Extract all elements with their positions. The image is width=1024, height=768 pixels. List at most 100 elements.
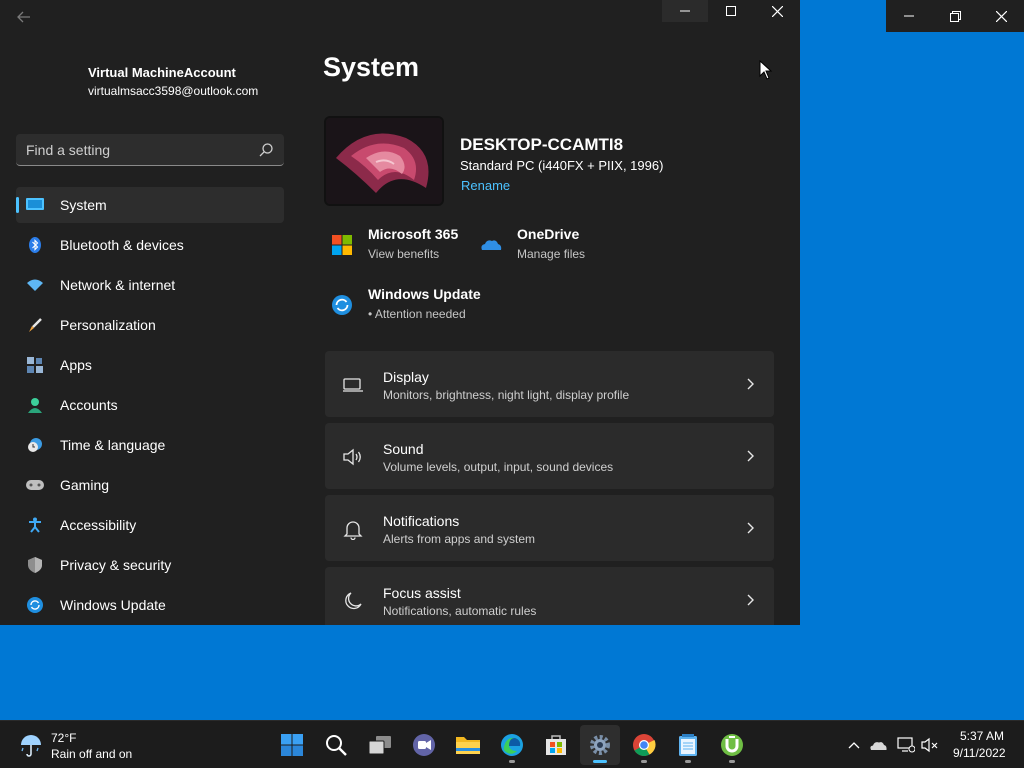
pc-name: DESKTOP-CCAMTI8 xyxy=(460,135,624,154)
quick-link-subtitle: View benefits xyxy=(368,247,440,261)
sidebar-item-gaming[interactable]: Gaming xyxy=(16,467,284,503)
tray-network-button[interactable] xyxy=(896,735,916,755)
running-indicator xyxy=(729,760,735,763)
search-box[interactable] xyxy=(16,134,284,166)
bell-icon xyxy=(343,521,363,540)
notepad-button[interactable] xyxy=(668,725,708,765)
tray-volume-button[interactable] xyxy=(920,735,940,755)
sidebar-item-label: Privacy & security xyxy=(60,557,172,573)
edge-button[interactable] xyxy=(492,725,532,765)
close-icon xyxy=(771,5,783,17)
settings-window: Virtual MachineAccount virtualmsacc3598@… xyxy=(0,0,800,625)
chevron-right-icon xyxy=(747,378,754,390)
quick-link-title: Windows Update xyxy=(368,286,481,302)
gamepad-icon xyxy=(26,477,44,493)
minimize-icon xyxy=(680,10,690,12)
onedrive-cloud-icon xyxy=(481,240,502,250)
running-indicator xyxy=(685,760,691,763)
apps-icon xyxy=(26,357,44,373)
sidebar-item-label: Personalization xyxy=(60,317,156,333)
display-card[interactable]: Display Monitors, brightness, night ligh… xyxy=(325,351,774,417)
card-title: Focus assist xyxy=(383,585,461,601)
folder-icon xyxy=(456,737,480,754)
weather-temperature: 72°F xyxy=(51,731,77,745)
umbrella-rain-icon xyxy=(21,735,41,757)
running-indicator xyxy=(509,760,515,763)
sidebar-item-network[interactable]: Network & internet xyxy=(16,267,284,303)
mouse-cursor-icon xyxy=(759,60,773,80)
notepad-icon xyxy=(679,734,697,756)
chrome-button[interactable] xyxy=(624,725,664,765)
file-explorer-button[interactable] xyxy=(448,725,488,765)
windows-logo-icon xyxy=(281,734,303,756)
page-title: System xyxy=(323,52,420,82)
running-indicator xyxy=(641,760,647,763)
system-icon xyxy=(26,197,44,213)
sidebar-item-apps[interactable]: Apps xyxy=(16,347,284,383)
host-window-controls xyxy=(886,0,1024,32)
show-hidden-icons-button[interactable] xyxy=(844,735,864,755)
teams-chat-button[interactable] xyxy=(404,725,444,765)
sidebar-item-label: Accounts xyxy=(60,397,118,413)
sidebar-item-accounts[interactable]: Accounts xyxy=(16,387,284,423)
restore-icon xyxy=(949,10,961,22)
card-subtitle: Alerts from apps and system xyxy=(383,532,536,546)
host-minimize-button[interactable] xyxy=(886,0,932,32)
sidebar-item-label: Windows Update xyxy=(60,597,166,613)
sidebar-item-label: Network & internet xyxy=(60,277,176,293)
sidebar-item-label: Bluetooth & devices xyxy=(60,237,184,253)
microsoft-store-button[interactable] xyxy=(536,725,576,765)
focus-assist-card[interactable]: Focus assist Notifications, automatic ru… xyxy=(325,567,774,625)
close-icon xyxy=(995,10,1007,22)
sound-card[interactable]: Sound Volume levels, output, input, soun… xyxy=(325,423,774,489)
back-arrow-icon xyxy=(17,11,30,23)
utorrent-icon xyxy=(721,734,743,756)
sidebar-nav: System Bluetooth & devices Network & int… xyxy=(16,187,284,625)
sidebar-item-system[interactable]: System xyxy=(16,187,284,223)
search-icon xyxy=(259,143,273,157)
clock-date: 9/11/2022 xyxy=(953,746,1006,760)
sidebar-item-label: Time & language xyxy=(60,437,166,453)
accounts-icon xyxy=(26,397,44,413)
sidebar-item-time-language[interactable]: Time & language xyxy=(16,427,284,463)
quick-link-title: Microsoft 365 xyxy=(368,226,459,242)
clock-time: 5:37 AM xyxy=(960,729,1005,743)
chevron-right-icon xyxy=(747,522,754,534)
quick-link-subtitle: Manage files xyxy=(517,247,586,261)
host-restore-button[interactable] xyxy=(932,0,978,32)
settings-app-button[interactable] xyxy=(580,725,620,765)
notifications-card[interactable]: Notifications Alerts from apps and syste… xyxy=(325,495,774,561)
edge-browser-icon xyxy=(501,734,523,756)
quick-link-title: OneDrive xyxy=(517,226,580,242)
minimize-button[interactable] xyxy=(662,0,708,22)
update-status: • Attention needed xyxy=(368,307,466,321)
sidebar-item-label: Gaming xyxy=(60,477,110,493)
host-close-button[interactable] xyxy=(978,0,1024,32)
sidebar-item-bluetooth[interactable]: Bluetooth & devices xyxy=(16,227,284,263)
store-bag-icon xyxy=(546,735,566,755)
task-view-button[interactable] xyxy=(360,725,400,765)
start-button[interactable] xyxy=(272,725,312,765)
chrome-browser-icon xyxy=(633,734,656,756)
maximize-button[interactable] xyxy=(708,0,754,22)
close-button[interactable] xyxy=(754,0,800,22)
task-view-icon xyxy=(368,736,391,755)
pc-model: Standard PC (i440FX + PIIX, 1996) xyxy=(460,158,664,173)
search-input[interactable] xyxy=(26,140,246,160)
shield-icon xyxy=(26,557,44,573)
utorrent-button[interactable] xyxy=(712,725,752,765)
sidebar-item-personalization[interactable]: Personalization xyxy=(16,307,284,343)
weather-description: Rain off and on xyxy=(51,747,133,761)
sidebar-item-accessibility[interactable]: Accessibility xyxy=(16,507,284,543)
back-button[interactable] xyxy=(10,6,38,28)
sidebar-item-privacy-security[interactable]: Privacy & security xyxy=(16,547,284,583)
rename-link[interactable]: Rename xyxy=(461,178,510,193)
tray-onedrive-button[interactable] xyxy=(868,735,888,755)
taskbar-search-button[interactable] xyxy=(316,725,356,765)
clock-globe-icon xyxy=(26,437,44,453)
card-title: Sound xyxy=(383,441,424,457)
sidebar-item-windows-update[interactable]: Windows Update xyxy=(16,587,284,623)
pc-wallpaper-thumbnail[interactable] xyxy=(324,116,444,206)
wifi-icon xyxy=(26,277,44,293)
bluetooth-icon xyxy=(26,237,44,253)
